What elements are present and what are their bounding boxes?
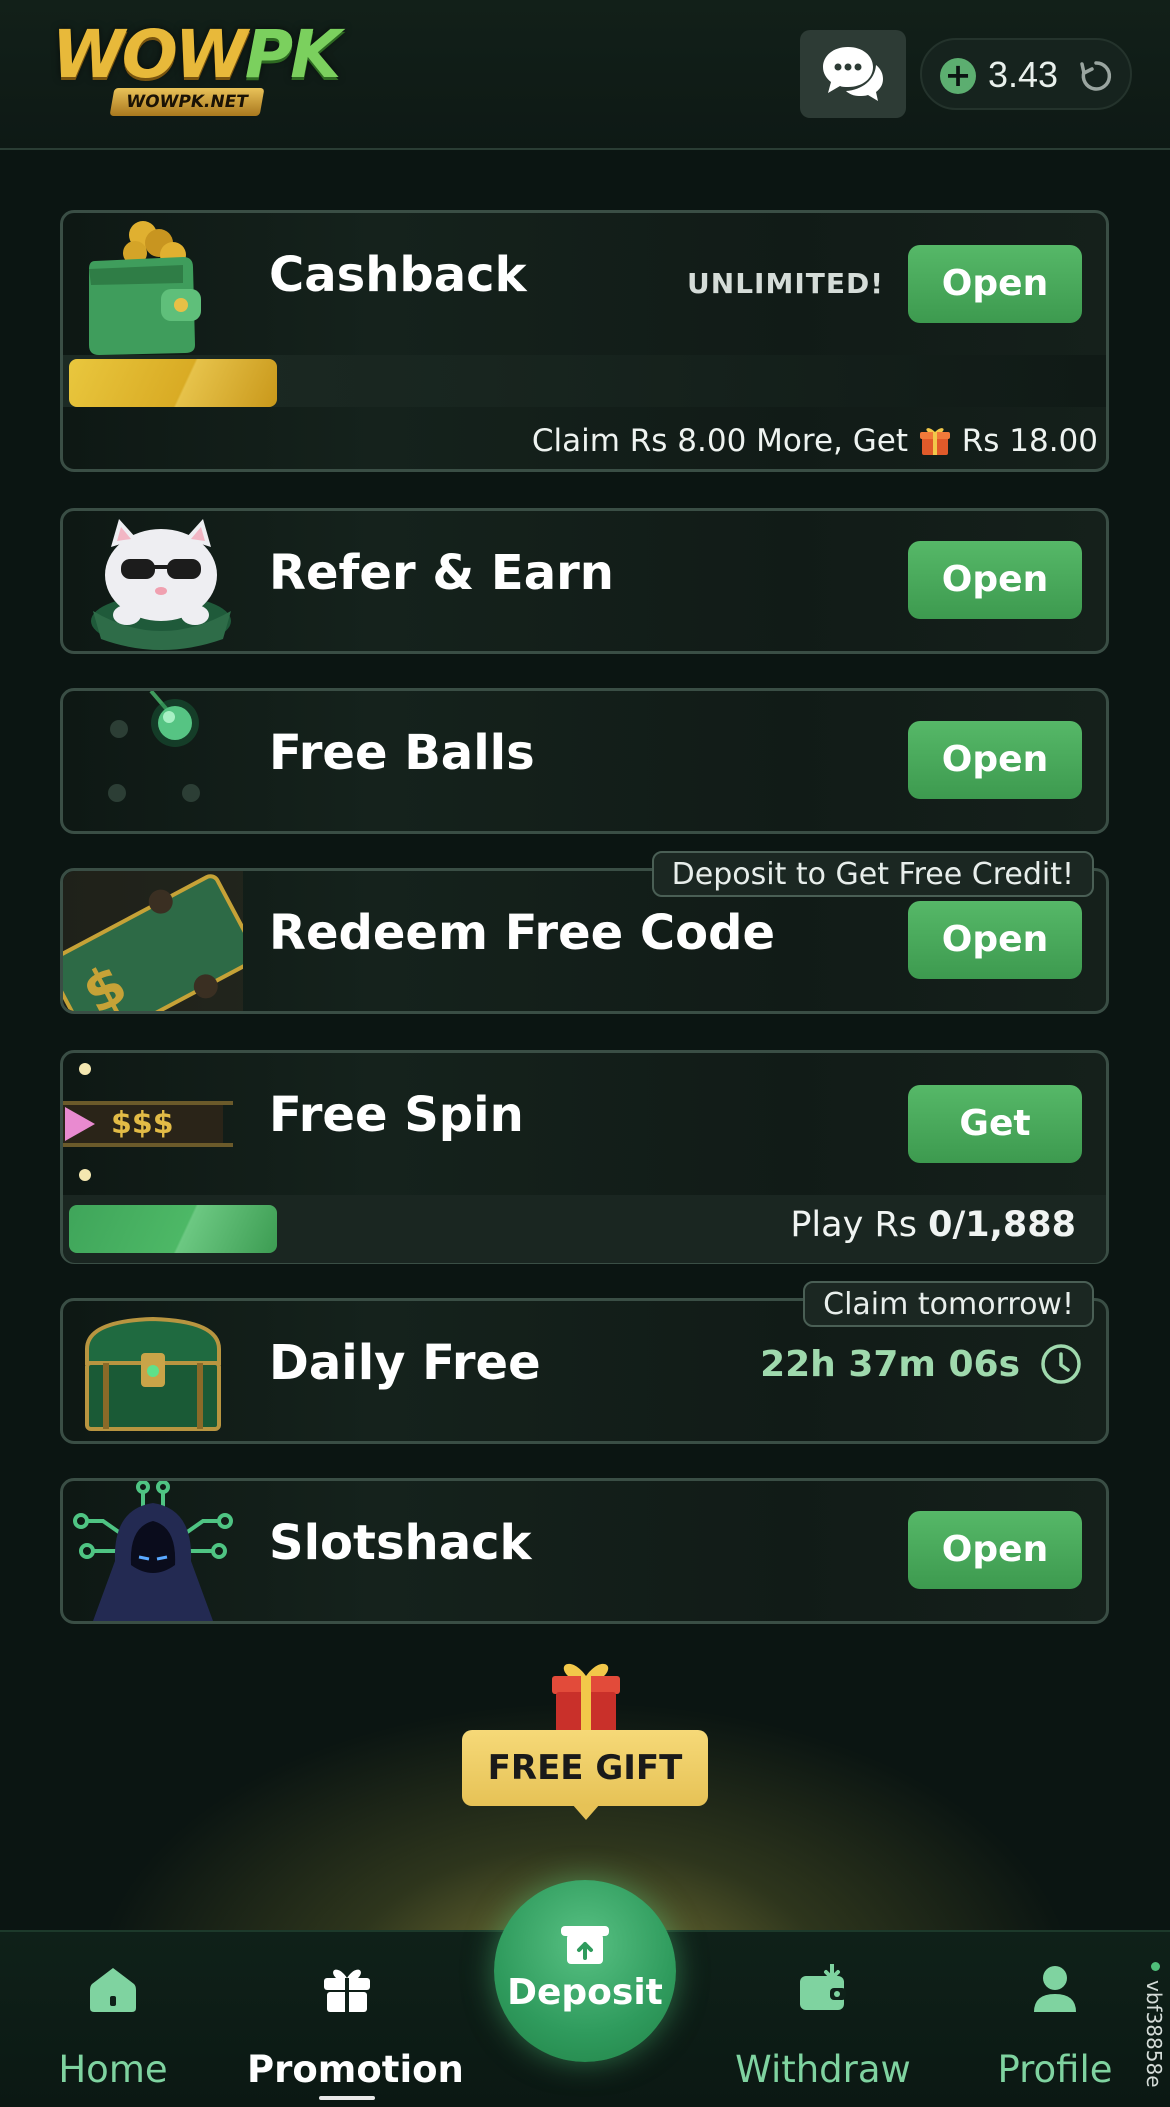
lucky-cat-icon: [91, 519, 231, 650]
build-id: vbf38858e: [1142, 1980, 1166, 2088]
plus-icon[interactable]: +: [940, 58, 976, 94]
balance-pill[interactable]: + 3.43: [920, 38, 1132, 110]
refresh-icon[interactable]: [1078, 58, 1114, 94]
card-slotshack: Slotshack Open: [60, 1478, 1109, 1624]
card-redeem-code: $ Redeem Free Code Open Deposit to Get F…: [60, 851, 1109, 1014]
slotshack-open-button[interactable]: Open: [908, 1511, 1082, 1589]
redeem-thumb: $: [63, 871, 243, 1011]
slotshack-thumb: [63, 1481, 243, 1621]
redeem-tag: Deposit to Get Free Credit!: [651, 851, 1094, 897]
active-tab-indicator: [319, 2096, 375, 2100]
gift-nav-icon: [324, 1969, 370, 2012]
free-spin-title: Free Spin: [269, 1087, 524, 1143]
cashback-claim-amount: Rs 18.00: [961, 423, 1098, 459]
free-balls-title: Free Balls: [269, 725, 535, 781]
treasure-chest-icon: [85, 1316, 221, 1431]
redeem-open-button[interactable]: Open: [908, 901, 1082, 979]
refer-title: Refer & Earn: [269, 545, 614, 601]
deposit-label: Deposit: [507, 1972, 663, 2013]
daily-free-countdown: 22h 37m 06s: [760, 1343, 1020, 1385]
withdraw-icon: [800, 1964, 846, 2010]
chat-button[interactable]: [800, 30, 906, 118]
daily-free-thumb: [63, 1301, 243, 1441]
cashback-title: Cashback: [269, 247, 527, 303]
refer-thumb: [63, 511, 243, 651]
free-spin-thumb-text: $$$: [111, 1106, 174, 1141]
nav-promotion-label: Promotion: [247, 2048, 464, 2091]
free-spin-play-text: Play Rs 0/1,888: [790, 1205, 1076, 1245]
deposit-button[interactable]: Deposit: [494, 1880, 676, 2062]
cashback-claim-text: Claim Rs 8.00 More, Get Rs 18.00: [532, 423, 1098, 459]
card-refer-earn: Refer & Earn Open: [60, 508, 1109, 654]
card-daily-free: Daily Free 22h 37m 06s Claim tomorrow!: [60, 1281, 1109, 1444]
logo-accent: PK: [244, 16, 342, 93]
free-balls-open-button[interactable]: Open: [908, 721, 1082, 799]
free-spin-thumb: $$$: [63, 1053, 243, 1195]
free-spin-get-button[interactable]: Get: [908, 1085, 1082, 1163]
chat-icon: [823, 47, 883, 101]
nav-profile-label: Profile: [997, 2048, 1113, 2091]
balls-icon: [108, 691, 200, 802]
status-dot: [1151, 1962, 1160, 1971]
clock-icon: [1041, 1344, 1081, 1384]
app-logo[interactable]: WOWPK WOWPK.NET: [52, 20, 341, 124]
slotshack-title: Slotshack: [269, 1515, 532, 1571]
card-cashback: Cashback UNLIMITED! Open Claim Rs 8.00 M…: [60, 210, 1109, 472]
free-gift-button[interactable]: FREE GIFT: [462, 1730, 708, 1806]
cashback-claim-prefix: Claim Rs 8.00 More, Get: [531, 423, 908, 459]
card-free-spin: $$$ Free Spin Get Play Rs 0/1,888: [60, 1050, 1109, 1264]
nav-profile[interactable]: Profile: [955, 1932, 1155, 2107]
nav-promotion[interactable]: Promotion: [247, 1932, 464, 2107]
logo-main: WOW: [52, 16, 248, 93]
deposit-icon: [561, 1926, 609, 1964]
home-icon: [90, 1968, 136, 2012]
gift-box-icon[interactable]: [546, 1654, 626, 1740]
logo-subtitle: WOWPK.NET: [109, 88, 265, 116]
nav-withdraw-label: Withdraw: [735, 2048, 911, 2091]
free-gift-pointer: [572, 1804, 600, 1820]
cashback-unlimited-badge: UNLIMITED!: [687, 267, 884, 300]
ticket-icon: $: [63, 871, 243, 1011]
free-spin-play-prefix: Play Rs: [790, 1205, 917, 1245]
free-balls-thumb: [63, 691, 243, 831]
refer-open-button[interactable]: Open: [908, 541, 1082, 619]
gift-icon: [918, 423, 952, 457]
top-header: WOWPK WOWPK.NET + 3.43: [0, 0, 1170, 150]
hacker-icon: [73, 1481, 233, 1621]
card-free-balls: Free Balls Open: [60, 688, 1109, 834]
cashback-open-button[interactable]: Open: [908, 245, 1082, 323]
daily-free-title: Daily Free: [269, 1335, 541, 1391]
daily-free-tag: Claim tomorrow!: [803, 1281, 1094, 1327]
free-spin-progress-fill: [69, 1205, 277, 1253]
free-spin-play-value: 0/1,888: [928, 1205, 1076, 1245]
nav-withdraw[interactable]: Withdraw: [723, 1932, 923, 2107]
profile-icon: [1034, 1966, 1076, 2012]
cashback-progress-fill: [69, 359, 277, 407]
nav-home-label: Home: [58, 2048, 168, 2091]
balance-value: 3.43: [988, 54, 1059, 95]
nav-home[interactable]: Home: [13, 1932, 213, 2107]
cashback-thumb: [63, 213, 243, 355]
redeem-title: Redeem Free Code: [269, 905, 776, 961]
daily-free-timer: 22h 37m 06s: [760, 1343, 1082, 1385]
wallet-icon: [89, 221, 201, 355]
